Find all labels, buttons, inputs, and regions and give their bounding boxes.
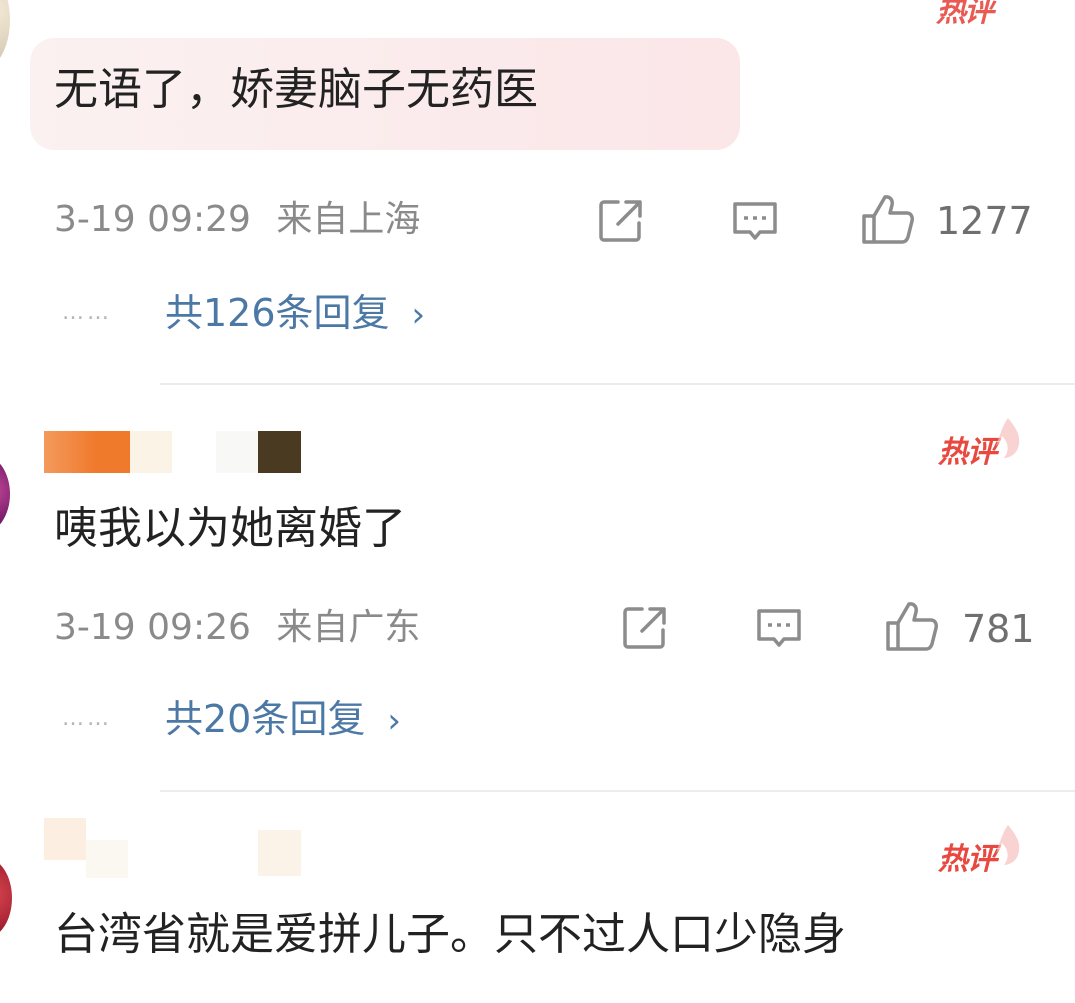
- share-icon[interactable]: [596, 196, 646, 246]
- hot-comment-badge: 热评: [936, 0, 994, 29]
- comment-text[interactable]: 无语了，娇妻脑子无药医: [54, 68, 538, 112]
- comment-icon[interactable]: [754, 603, 804, 653]
- username-mosaic: [258, 431, 301, 473]
- thumbs-up-icon[interactable]: [884, 599, 940, 655]
- avatar[interactable]: [0, 455, 10, 533]
- comment-text[interactable]: 咦我以为她离婚了: [54, 507, 406, 551]
- flame-icon: [996, 825, 1020, 865]
- hot-comment-badge: 热评: [938, 418, 1020, 470]
- username-mosaic: [86, 840, 128, 878]
- replies-label: 共20条回复: [165, 697, 366, 741]
- divider: [160, 383, 1075, 385]
- comment-meta: 3-19 09:29 来自上海: [54, 202, 420, 238]
- hot-label: 热评: [938, 435, 997, 470]
- username-mosaic: [44, 818, 86, 860]
- avatar[interactable]: [0, 858, 12, 938]
- comment-time: 3-19 09:26: [54, 607, 251, 648]
- comment-location: 来自上海: [276, 199, 421, 240]
- comment-icon[interactable]: [730, 196, 780, 246]
- thumbs-up-icon[interactable]: [860, 192, 916, 248]
- view-replies-link[interactable]: 共126条回复 ›: [165, 294, 425, 332]
- username-mosaic: [130, 431, 172, 473]
- like-count: 781: [962, 607, 1035, 651]
- like-count: 1277: [936, 199, 1033, 243]
- chevron-right-icon: ›: [411, 295, 426, 335]
- avatar[interactable]: [0, 0, 10, 70]
- username-mosaic: [216, 431, 258, 473]
- flame-icon: [996, 418, 1020, 458]
- comment-text[interactable]: 台湾省就是爱拼儿子。只不过人口少隐身: [54, 913, 846, 957]
- replies-label: 共126条回复: [165, 291, 390, 335]
- chevron-right-icon: ›: [387, 701, 401, 741]
- username-mosaic: [44, 431, 130, 473]
- reply-dots: ……: [62, 706, 112, 731]
- username-mosaic: [258, 830, 301, 876]
- comment-time: 3-19 09:29: [54, 199, 251, 240]
- divider: [160, 790, 1075, 792]
- reply-dots: ……: [62, 300, 112, 325]
- comment-meta: 3-19 09:26 来自广东: [54, 610, 420, 646]
- share-icon[interactable]: [620, 603, 670, 653]
- hot-comment-badge: 热评: [938, 825, 1020, 877]
- comment-location: 来自广东: [276, 607, 421, 648]
- hot-label: 热评: [938, 842, 997, 877]
- view-replies-link[interactable]: 共20条回复 ›: [165, 700, 401, 738]
